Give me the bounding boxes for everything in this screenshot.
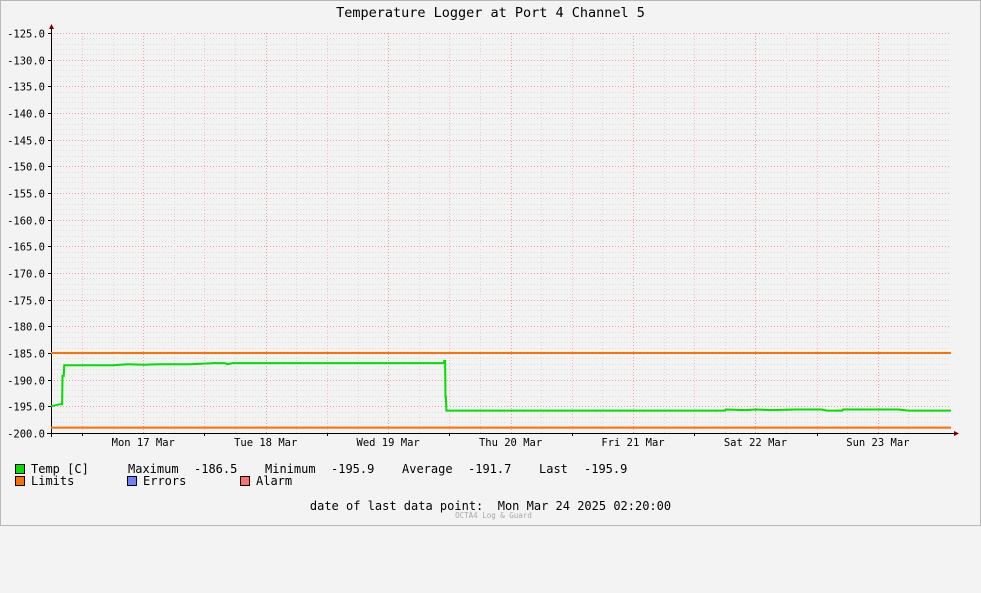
x-tick-label: Wed 19 Mar [357,437,420,449]
legend-alarm-swatch [240,476,250,486]
y-tick-label: -125.0 [7,29,45,41]
y-tick-label: -180.0 [7,322,45,334]
y-tick-label: -145.0 [7,136,45,148]
y-tick-label: -160.0 [7,216,45,228]
legend-avg-label: Average [402,462,453,476]
y-tick-label: -175.0 [7,296,45,308]
legend-errors-swatch [127,476,137,486]
x-tick-label: Sat 22 Mar [724,437,787,449]
y-tick-label: -135.0 [7,82,45,94]
watermark: OCTA4 Log & Guard [455,511,532,520]
y-tick-label: -190.0 [7,376,45,388]
legend-limits-label: Limits [31,474,75,488]
legend-last-value: -195.9 [584,462,628,476]
legend-avg-value: -191.7 [468,462,512,476]
x-tick-label: Sun 23 Mar [846,437,909,449]
legend-alarm-label: Alarm [256,474,293,488]
y-tick-label: -195.0 [7,402,45,414]
y-tick-label: -150.0 [7,162,45,174]
x-tick-label: Fri 21 Mar [601,437,664,449]
plot-area: -125.0 -130.0 -135.0 -140.0 -145.0 -150.0 -155… [7,24,959,449]
legend-limits: Limits [15,475,74,488]
y-tick-label: -155.0 [7,189,45,201]
y-tick-label: -170.0 [7,269,45,281]
legend-errors-label: Errors [143,474,187,488]
y-tick-label: -185.0 [7,349,45,361]
legend-errors: Errors [127,475,186,488]
x-axis-arrow [954,431,959,436]
legend-min-value: -195.9 [331,462,375,476]
legend-alarm: Alarm [240,475,292,488]
y-tick-label: -200.0 [7,429,45,441]
legend-limits-swatch [15,476,25,486]
y-tick-label: -130.0 [7,56,45,68]
legend-temp-swatch [15,464,25,474]
y-axis-arrow [49,24,54,29]
legend-row-2: Limits Errors Alarm [15,475,292,488]
legend-last-label: Last [539,462,568,476]
y-tick-label: -140.0 [7,109,45,121]
x-tick-label: Thu 20 Mar [479,437,542,449]
x-tick-label: Mon 17 Mar [112,437,175,449]
y-tick-label: -165.0 [7,242,45,254]
legend-max-value: -186.5 [194,462,238,476]
x-tick-label: Tue 18 Mar [234,437,297,449]
